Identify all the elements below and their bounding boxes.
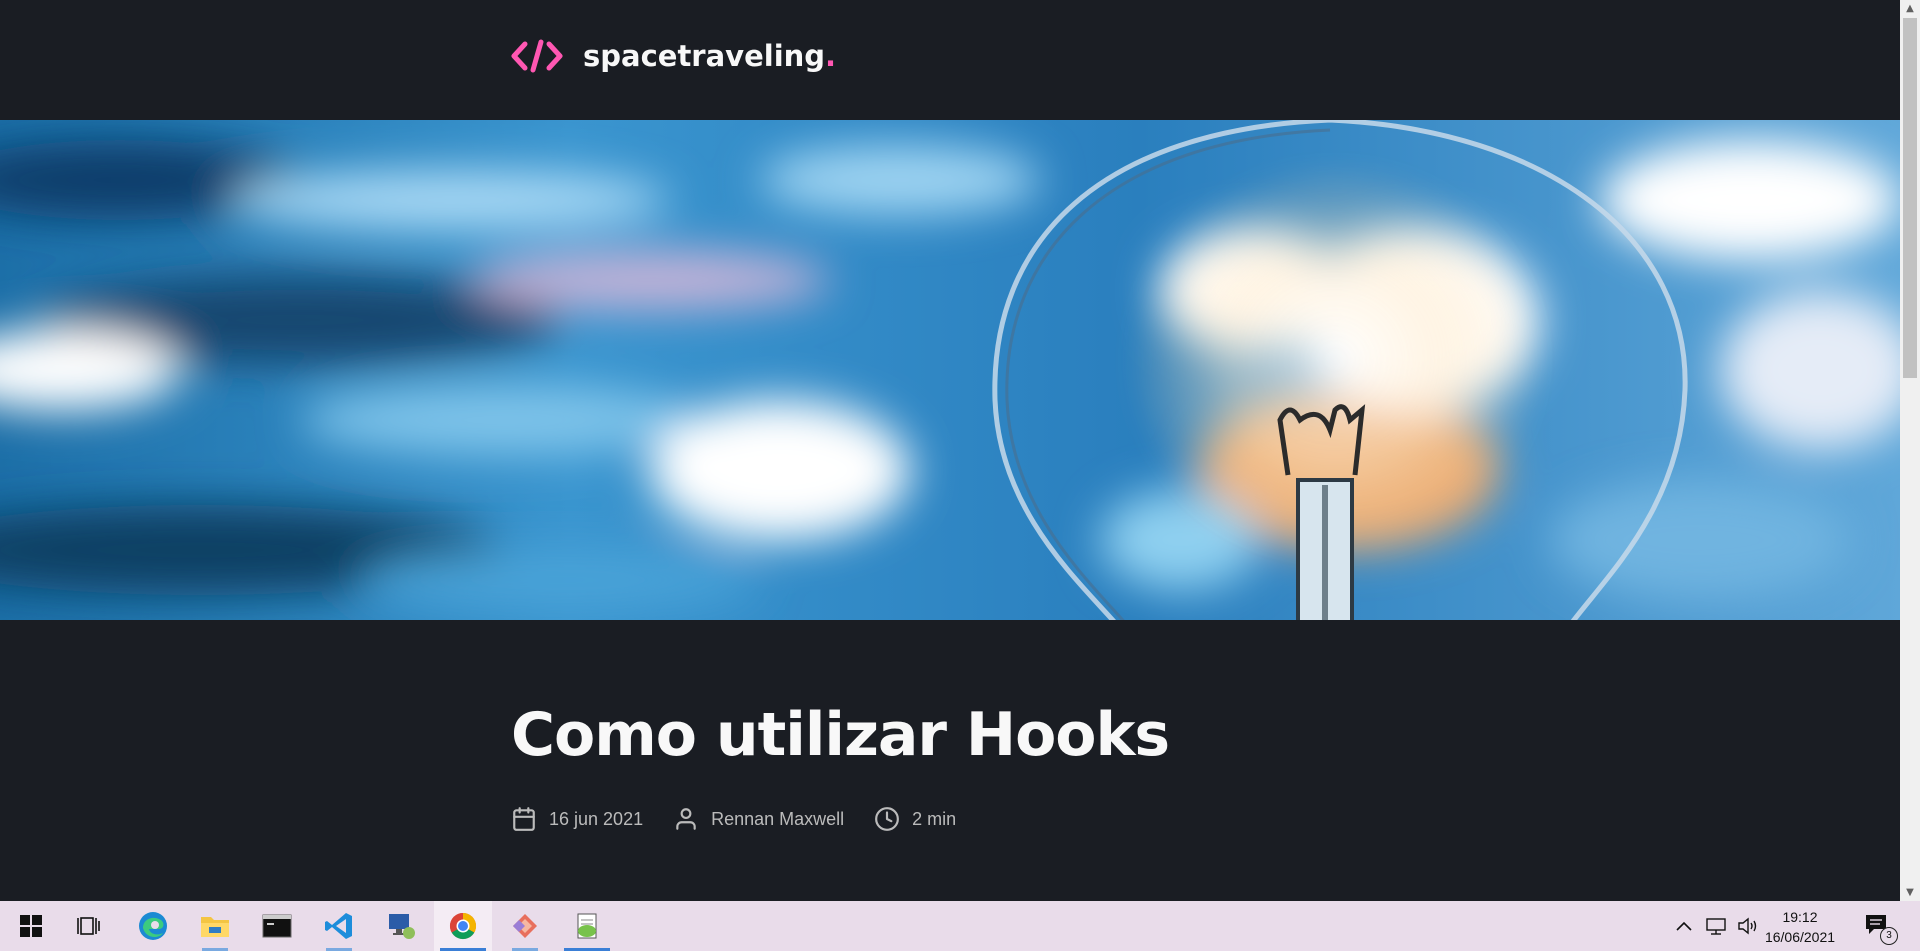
task-view-icon [77, 917, 100, 935]
chrome-button[interactable] [434, 901, 492, 951]
post-reading-time: 2 min [874, 806, 956, 832]
network-icon[interactable] [1704, 916, 1728, 936]
git-icon [513, 914, 537, 938]
clock-icon [875, 807, 900, 831]
windows-taskbar: 19:12 16/06/2021 3 [0, 901, 1920, 951]
vscode-button[interactable] [310, 901, 368, 951]
task-view-button[interactable] [60, 901, 118, 951]
post-banner-image [0, 120, 1900, 620]
system-tray [1672, 901, 1760, 951]
scroll-down-arrow-icon[interactable]: ▼ [1900, 884, 1920, 901]
scroll-up-arrow-icon[interactable]: ▲ [1900, 0, 1920, 17]
page-scrollbar[interactable]: ▲ ▼ [1900, 0, 1920, 901]
vscode-icon [325, 913, 352, 939]
remote-desktop-button[interactable] [372, 901, 430, 951]
windows-icon [20, 915, 42, 937]
site-name: spacetraveling [583, 39, 826, 73]
browser-viewport: spacetraveling. Como utilizar Hooks 16 j… [0, 0, 1900, 901]
post-date-text: 16 jun 2021 [549, 808, 644, 829]
site-header: spacetraveling. [0, 0, 1900, 120]
git-client-button[interactable] [496, 901, 554, 951]
post-author: Rennan Maxwell [673, 806, 844, 832]
edge-button[interactable] [124, 901, 182, 951]
chrome-icon [449, 912, 477, 940]
site-logo-link[interactable]: spacetraveling. [511, 36, 836, 76]
notification-count-badge: 3 [1880, 927, 1898, 945]
terminal-icon [262, 914, 292, 938]
post-meta: 16 jun 2021 Rennan Maxwell 2 min [511, 806, 956, 832]
terminal-button[interactable] [248, 901, 306, 951]
volume-icon[interactable] [1736, 916, 1760, 936]
folder-icon [201, 917, 229, 937]
clock-time: 19:12 [1782, 909, 1818, 925]
user-icon [676, 808, 696, 830]
notepad-icon [577, 913, 597, 939]
file-explorer-button[interactable] [186, 901, 244, 951]
clock-date: 16/06/2021 [1764, 929, 1836, 945]
post-author-text: Rennan Maxwell [711, 808, 845, 829]
site-name-dot: . [825, 39, 837, 73]
post-reading-time-text: 2 min [912, 808, 957, 829]
calendar-icon [513, 807, 535, 831]
taskbar-clock[interactable]: 19:12 16/06/2021 [1762, 907, 1838, 947]
edge-icon [139, 912, 167, 940]
chevron-up-icon[interactable] [1672, 916, 1696, 936]
notepad-plus-button[interactable] [558, 901, 616, 951]
post-date: 16 jun 2021 [511, 806, 643, 832]
remote-desktop-icon [389, 914, 415, 939]
scrollbar-thumb[interactable] [1903, 18, 1917, 378]
post-title: Como utilizar Hooks [511, 700, 1170, 770]
start-button[interactable] [2, 901, 60, 951]
notification-center-button[interactable]: 3 [1862, 909, 1898, 945]
code-brackets-icon [511, 39, 563, 73]
